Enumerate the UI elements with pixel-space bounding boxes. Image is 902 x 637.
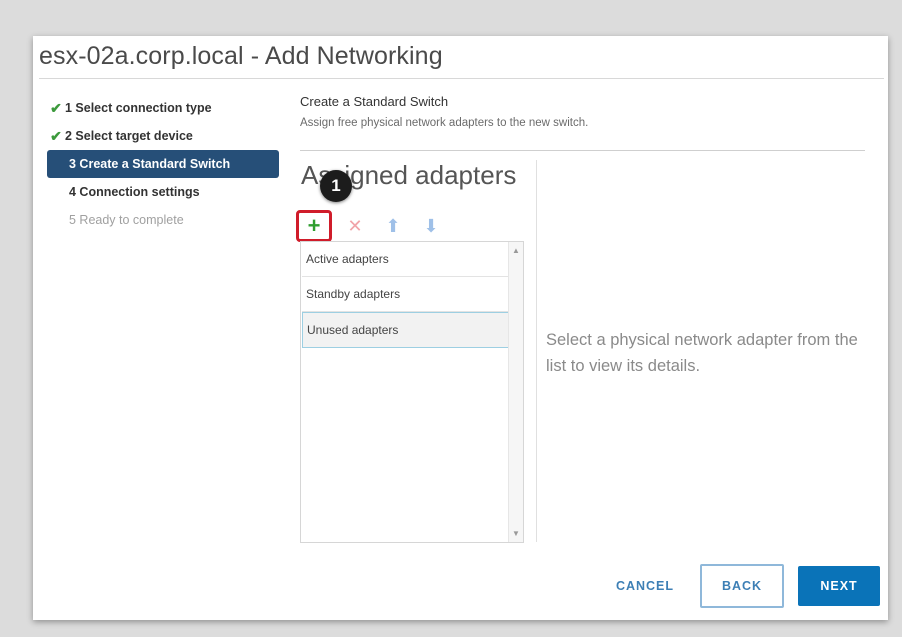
- step-select-connection-type[interactable]: ✔ 1 Select connection type: [47, 94, 279, 122]
- content-divider: [300, 150, 865, 151]
- plus-icon: +: [307, 213, 321, 238]
- adapters-toolbar: + ✕ ⬆ ⬇: [296, 210, 454, 242]
- list-item-unused-adapters[interactable]: Unused adapters: [302, 312, 509, 348]
- dialog-footer: CANCEL BACK NEXT: [590, 564, 880, 608]
- list-item-standby-adapters[interactable]: Standby adapters: [302, 277, 509, 312]
- scroll-down-icon[interactable]: ▼: [509, 529, 523, 538]
- step-label: 3 Create a Standard Switch: [69, 157, 231, 171]
- move-down-button[interactable]: ⬇: [416, 213, 446, 239]
- step-create-standard-switch[interactable]: 3 Create a Standard Switch: [47, 150, 279, 178]
- step-label: 4 Connection settings: [69, 185, 200, 199]
- panel-divider: [536, 160, 537, 542]
- step-ready-to-complete: 5 Ready to complete: [47, 206, 279, 234]
- next-button[interactable]: NEXT: [798, 566, 880, 606]
- list-scrollbar[interactable]: ▲ ▼: [508, 242, 523, 542]
- step-select-target-device[interactable]: ✔ 2 Select target device: [47, 122, 279, 150]
- arrow-up-icon: ⬆: [385, 215, 401, 236]
- step-label: 5 Ready to complete: [69, 213, 184, 227]
- step-label: 1 Select connection type: [65, 101, 212, 115]
- callout-badge: 1: [320, 170, 352, 202]
- step-content-header: Create a Standard Switch Assign free phy…: [300, 94, 865, 129]
- check-icon: ✔: [50, 127, 62, 144]
- arrow-down-icon: ⬇: [423, 215, 439, 236]
- assigned-adapters-list[interactable]: Active adapters Standby adapters Unused …: [300, 241, 524, 543]
- x-icon: ✕: [347, 215, 363, 236]
- step-connection-settings[interactable]: 4 Connection settings: [47, 178, 279, 206]
- back-button[interactable]: BACK: [700, 564, 784, 608]
- content-subheading: Assign free physical network adapters to…: [300, 117, 589, 129]
- move-up-button[interactable]: ⬆: [378, 213, 408, 239]
- adapter-details-placeholder: Select a physical network adapter from t…: [546, 331, 858, 375]
- check-icon: ✔: [50, 99, 62, 116]
- dialog-title: esx-02a.corp.local - Add Networking: [39, 42, 443, 70]
- list-item-active-adapters[interactable]: Active adapters: [302, 242, 509, 277]
- step-label: 2 Select target device: [65, 129, 193, 143]
- remove-adapter-button[interactable]: ✕: [340, 213, 370, 239]
- add-adapter-button[interactable]: +: [296, 210, 332, 242]
- wizard-steps: ✔ 1 Select connection type ✔ 2 Select ta…: [47, 94, 279, 234]
- cancel-button[interactable]: CANCEL: [604, 566, 686, 606]
- content-heading: Create a Standard Switch: [300, 94, 449, 109]
- title-divider: [39, 78, 884, 79]
- scroll-up-icon[interactable]: ▲: [509, 246, 523, 255]
- add-networking-dialog: esx-02a.corp.local - Add Networking ✔ 1 …: [33, 36, 888, 620]
